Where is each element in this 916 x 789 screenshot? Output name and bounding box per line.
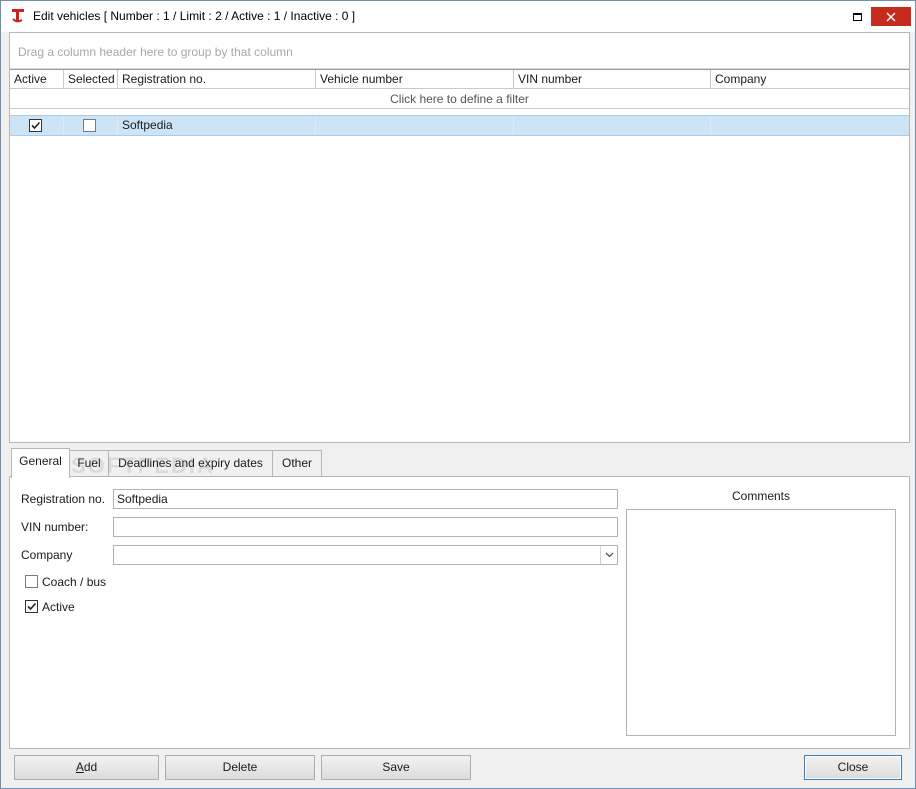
tab-deadlines[interactable]: Deadlines and expiry dates <box>108 450 273 477</box>
tab-fuel[interactable]: Fuel <box>69 450 109 477</box>
group-by-panel[interactable]: Drag a column header here to group by th… <box>10 33 909 69</box>
maximize-button[interactable] <box>841 1 873 32</box>
cell-active[interactable] <box>10 116 64 135</box>
column-header-vin[interactable]: VIN number <box>514 70 711 89</box>
company-dropdown-button[interactable] <box>600 546 617 564</box>
delete-button[interactable]: Delete <box>165 755 315 780</box>
vehicles-grid: Drag a column header here to group by th… <box>9 32 910 443</box>
app-logo-icon <box>12 9 24 23</box>
general-tab-panel: Registration no. Softpedia VIN number: C… <box>9 476 910 749</box>
registration-field[interactable]: Softpedia <box>113 489 618 509</box>
row-selected-checkbox[interactable] <box>83 119 96 132</box>
column-header-company[interactable]: Company <box>711 70 909 89</box>
vin-label: VIN number: <box>21 520 89 534</box>
cell-vehicle-number[interactable] <box>316 116 514 135</box>
cell-company[interactable] <box>711 116 909 135</box>
edit-vehicles-window: Edit vehicles [ Number : 1 / Limit : 2 /… <box>0 0 916 789</box>
cell-vin[interactable] <box>514 116 711 135</box>
vin-field[interactable] <box>113 517 618 537</box>
column-header-registration[interactable]: Registration no. <box>118 70 316 89</box>
tab-general[interactable]: General <box>11 448 70 478</box>
company-select[interactable] <box>113 545 618 565</box>
row-active-checkbox[interactable] <box>29 119 42 132</box>
tab-other[interactable]: Other <box>272 450 322 477</box>
active-label[interactable]: Active <box>42 600 75 614</box>
comments-textarea[interactable] <box>626 509 896 736</box>
chevron-down-icon <box>605 552 613 558</box>
company-label: Company <box>21 548 73 562</box>
comments-label: Comments <box>731 489 790 503</box>
column-header-vehicle-number[interactable]: Vehicle number <box>316 70 514 89</box>
check-icon <box>27 602 37 611</box>
column-header-row: Active Selected Registration no. Vehicle… <box>10 69 909 89</box>
check-icon <box>31 121 41 130</box>
cell-registration[interactable]: Softpedia <box>118 116 316 135</box>
coach-bus-checkbox[interactable] <box>25 575 38 588</box>
cell-selected[interactable] <box>64 116 118 135</box>
maximize-icon <box>852 12 862 21</box>
close-button[interactable]: Close <box>804 755 902 780</box>
registration-label: Registration no. <box>21 492 106 506</box>
close-window-button[interactable] <box>871 7 911 26</box>
filter-row[interactable]: Click here to define a filter <box>10 89 909 109</box>
group-by-hint: Drag a column header here to group by th… <box>18 45 293 59</box>
close-icon <box>886 12 896 21</box>
column-header-selected[interactable]: Selected <box>64 70 118 89</box>
add-button[interactable]: Add <box>14 755 159 780</box>
coach-bus-label[interactable]: Coach / bus <box>42 575 106 589</box>
table-row[interactable]: Softpedia <box>10 115 909 136</box>
active-checkbox[interactable] <box>25 600 38 613</box>
save-button[interactable]: Save <box>321 755 471 780</box>
title-bar: Edit vehicles [ Number : 1 / Limit : 2 /… <box>1 1 915 32</box>
column-header-active[interactable]: Active <box>10 70 64 89</box>
window-title: Edit vehicles [ Number : 1 / Limit : 2 /… <box>33 9 356 23</box>
